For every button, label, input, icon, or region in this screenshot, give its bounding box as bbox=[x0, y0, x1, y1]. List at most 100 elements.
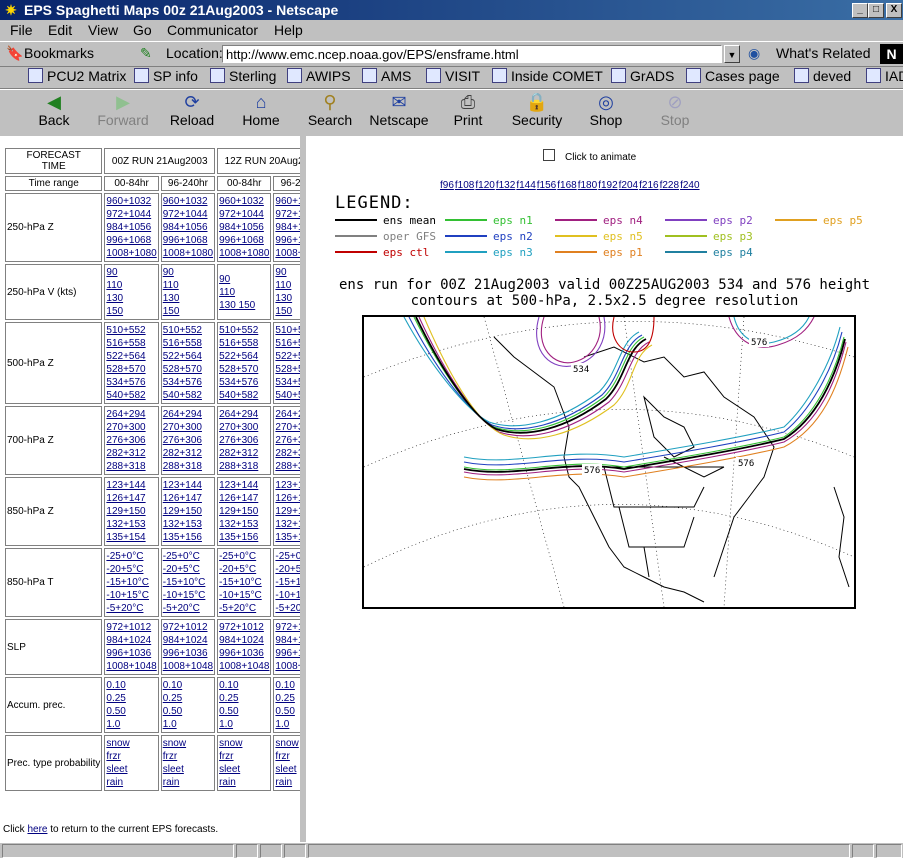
product-link[interactable]: 984+1024 bbox=[219, 634, 269, 647]
product-link[interactable]: 534+576 bbox=[219, 376, 269, 389]
product-link[interactable]: 0.50 bbox=[163, 705, 213, 718]
forecast-hour-link[interactable]: f192 bbox=[598, 180, 617, 191]
product-link[interactable]: -5+20°C bbox=[219, 602, 269, 615]
product-link[interactable]: 1.0 bbox=[106, 718, 156, 731]
product-link[interactable]: rain bbox=[106, 776, 156, 789]
forecast-hour-link[interactable]: f180 bbox=[578, 180, 597, 191]
bookmark-iad[interactable]: IAD bbox=[866, 68, 903, 84]
forward-button[interactable]: ▶ Forward bbox=[91, 92, 155, 134]
product-link[interactable]: 510+552 bbox=[275, 324, 300, 337]
product-link[interactable]: 288+318 bbox=[219, 460, 269, 473]
product-link[interactable]: 996+1036 bbox=[275, 647, 300, 660]
product-link[interactable]: 150 bbox=[163, 305, 213, 318]
product-link[interactable]: 972+1044 bbox=[163, 208, 213, 221]
product-link[interactable]: 270+300 bbox=[106, 421, 156, 434]
menu-view[interactable]: View bbox=[88, 22, 118, 38]
product-link[interactable]: 135+154 bbox=[106, 531, 156, 544]
product-link[interactable]: 110 bbox=[219, 286, 269, 299]
product-link[interactable]: 996+1036 bbox=[163, 647, 213, 660]
product-link[interactable]: -15+10°C bbox=[163, 576, 213, 589]
product-link[interactable]: 123+144 bbox=[275, 479, 300, 492]
bookmark-grads[interactable]: GrADS bbox=[611, 68, 674, 84]
bookmark-pcu2-matrix[interactable]: PCU2 Matrix bbox=[28, 68, 126, 84]
product-link[interactable]: 130 bbox=[275, 292, 300, 305]
forecast-hour-link[interactable]: f216 bbox=[639, 180, 658, 191]
product-link[interactable]: 110 bbox=[275, 279, 300, 292]
product-link[interactable]: frzr bbox=[163, 750, 213, 763]
product-link[interactable]: rain bbox=[219, 776, 269, 789]
menu-help[interactable]: Help bbox=[274, 22, 303, 38]
product-link[interactable]: 972+1012 bbox=[106, 621, 156, 634]
product-link[interactable]: 276+306 bbox=[106, 434, 156, 447]
product-link[interactable]: 110 bbox=[106, 279, 156, 292]
product-link[interactable]: 984+1056 bbox=[106, 221, 156, 234]
menu-edit[interactable]: Edit bbox=[48, 22, 72, 38]
product-link[interactable]: 960+1032 bbox=[106, 195, 156, 208]
product-link[interactable]: frzr bbox=[106, 750, 156, 763]
product-link[interactable]: 522+564 bbox=[219, 350, 269, 363]
product-link[interactable]: 135+156 bbox=[163, 531, 213, 544]
back-button[interactable]: ◀ Back bbox=[22, 92, 86, 134]
product-link[interactable]: 264+294 bbox=[275, 408, 300, 421]
product-link[interactable]: -20+5°C bbox=[106, 563, 156, 576]
bookmark-deved[interactable]: deved bbox=[794, 68, 851, 84]
product-link[interactable]: 510+552 bbox=[219, 324, 269, 337]
forecast-hour-link[interactable]: f240 bbox=[680, 180, 699, 191]
product-link[interactable]: -25+0°C bbox=[163, 550, 213, 563]
product-link[interactable]: snow bbox=[163, 737, 213, 750]
forecast-hour-link[interactable]: f168 bbox=[557, 180, 576, 191]
product-link[interactable]: 264+294 bbox=[219, 408, 269, 421]
product-link[interactable]: 972+1012 bbox=[219, 621, 269, 634]
product-link[interactable]: 534+576 bbox=[163, 376, 213, 389]
product-link[interactable]: 126+147 bbox=[106, 492, 156, 505]
product-link[interactable]: 129+150 bbox=[163, 505, 213, 518]
product-link[interactable]: 510+552 bbox=[163, 324, 213, 337]
product-link[interactable]: 282+312 bbox=[163, 447, 213, 460]
menu-communicator[interactable]: Communicator bbox=[167, 22, 258, 38]
bookmark-visit[interactable]: VISIT bbox=[426, 68, 480, 84]
product-link[interactable]: 972+1012 bbox=[163, 621, 213, 634]
product-link[interactable]: 129+150 bbox=[219, 505, 269, 518]
product-link[interactable]: 288+318 bbox=[275, 460, 300, 473]
product-link[interactable]: 132+153 bbox=[275, 518, 300, 531]
product-link[interactable]: 984+1056 bbox=[163, 221, 213, 234]
forecast-hour-link[interactable]: f204 bbox=[619, 180, 638, 191]
forecast-hour-link[interactable]: f108 bbox=[455, 180, 474, 191]
product-link[interactable]: 540+582 bbox=[219, 389, 269, 402]
product-link[interactable]: 972+1044 bbox=[275, 208, 300, 221]
product-link[interactable]: 528+570 bbox=[275, 363, 300, 376]
product-link[interactable]: -25+0°C bbox=[275, 550, 300, 563]
forecast-hour-link[interactable]: f96 bbox=[440, 180, 454, 191]
product-link[interactable]: 129+150 bbox=[275, 505, 300, 518]
animate-checkbox[interactable] bbox=[543, 149, 555, 161]
product-link[interactable]: 150 bbox=[106, 305, 156, 318]
product-link[interactable]: 123+144 bbox=[219, 479, 269, 492]
whats-related-button[interactable]: What's Related bbox=[776, 45, 871, 61]
product-link[interactable]: snow bbox=[275, 737, 300, 750]
reload-button[interactable]: ⟳ Reload bbox=[160, 92, 224, 134]
product-link[interactable]: 996+1036 bbox=[106, 647, 156, 660]
product-link[interactable]: 1008+1080 bbox=[275, 247, 300, 260]
product-link[interactable]: 540+582 bbox=[275, 389, 300, 402]
bookmark-sp-info[interactable]: SP info bbox=[134, 68, 198, 84]
product-link[interactable]: 282+312 bbox=[219, 447, 269, 460]
bookmark-awips[interactable]: AWIPS bbox=[287, 68, 351, 84]
product-link[interactable]: 516+558 bbox=[219, 337, 269, 350]
product-link[interactable]: 123+144 bbox=[106, 479, 156, 492]
product-link[interactable]: 0.25 bbox=[219, 692, 269, 705]
product-link[interactable]: rain bbox=[163, 776, 213, 789]
product-link[interactable]: 960+1032 bbox=[163, 195, 213, 208]
product-link[interactable]: 540+582 bbox=[106, 389, 156, 402]
product-link[interactable]: 1008+1048 bbox=[163, 660, 213, 673]
product-link[interactable]: 150 bbox=[275, 305, 300, 318]
product-link[interactable]: 1008+1048 bbox=[106, 660, 156, 673]
product-link[interactable]: 130 150 bbox=[219, 299, 269, 312]
close-button[interactable]: X bbox=[886, 3, 902, 18]
product-link[interactable]: 540+582 bbox=[163, 389, 213, 402]
product-link[interactable]: 972+1044 bbox=[106, 208, 156, 221]
forecast-hour-link[interactable]: f156 bbox=[537, 180, 556, 191]
product-link[interactable]: 0.25 bbox=[163, 692, 213, 705]
product-link[interactable]: 528+570 bbox=[163, 363, 213, 376]
menu-file[interactable]: File bbox=[10, 22, 33, 38]
menu-go[interactable]: Go bbox=[133, 22, 152, 38]
